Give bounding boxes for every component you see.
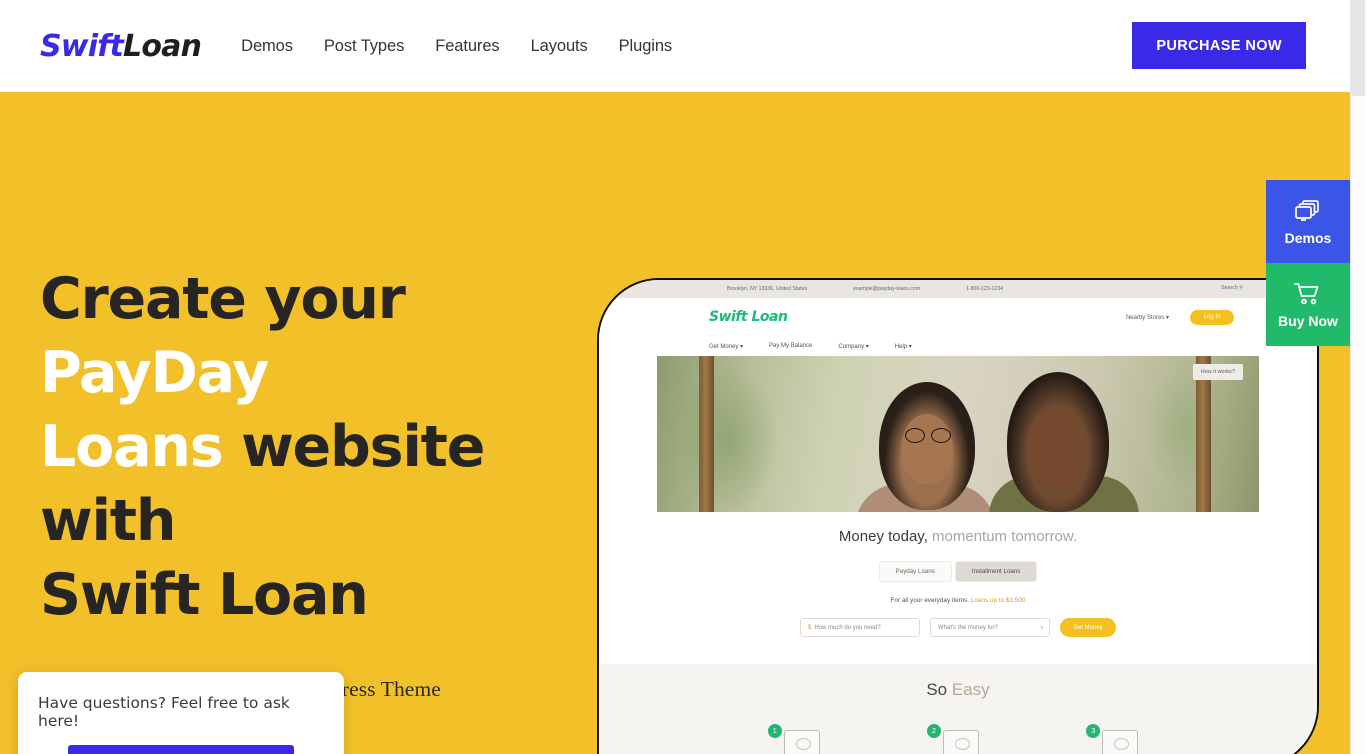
glasses-icon xyxy=(905,428,951,443)
chevron-down-icon: ▾ xyxy=(740,343,744,350)
shopping-cart-icon xyxy=(1293,281,1323,307)
mockup-get-money-button[interactable]: Get Money xyxy=(1060,618,1116,637)
logo-loan-text: Loan xyxy=(123,28,202,64)
page-title: Create your PayDay Loans website with Swif… xyxy=(40,262,580,632)
chevron-down-icon: ▾ xyxy=(1165,314,1169,321)
note-text: For all your everyday items. xyxy=(890,597,971,604)
hero-title-line1-highlight: PayDay xyxy=(40,340,269,406)
side-tab-demos-label: Demos xyxy=(1284,229,1332,246)
mockup-logo[interactable]: Swift Loan xyxy=(709,309,788,325)
step-item: 1 xyxy=(767,724,822,754)
note-amount: Loans up to $1,500 xyxy=(970,597,1026,604)
chevron-down-icon: ▾ xyxy=(1040,624,1043,631)
mockup-footer-section: So Easy 1 2 3 xyxy=(599,664,1317,754)
step-number-badge: 3 xyxy=(1086,724,1101,738)
nav-item-post-types[interactable]: Post Types xyxy=(324,37,404,56)
mockup-loan-tabs: Payday Loans Installment Loans xyxy=(657,561,1259,582)
mockup-how-it-works-tab[interactable]: How it works? xyxy=(1192,364,1243,380)
purchase-now-button[interactable]: PURCHASE NOW xyxy=(1132,22,1306,69)
mockup-tagline: Money today, momentum tomorrow. xyxy=(657,528,1259,545)
mockup-phone: 1-800-123-1234 xyxy=(966,286,1003,292)
mockup-amount-input[interactable]: $ How much do you need? xyxy=(800,618,920,637)
chat-widget: Have questions? Feel free to ask here! A… xyxy=(18,672,344,754)
mockup-purpose-select[interactable]: What's the money for? ▾ xyxy=(930,618,1050,637)
demo-preview-mockup[interactable]: Brooklyn, NY 13036, United States exampl… xyxy=(597,278,1319,754)
mockup-so-easy-heading: So Easy xyxy=(599,680,1317,700)
mockup-tab-payday-loans[interactable]: Payday Loans xyxy=(878,561,952,582)
mockup-topbar: Brooklyn, NY 13036, United States exampl… xyxy=(599,280,1317,298)
mockup-loan-form: $ How much do you need? What's the money … xyxy=(657,618,1259,637)
windows-stack-icon xyxy=(1293,198,1323,224)
step-number-badge: 2 xyxy=(926,724,941,738)
mockup-login-button[interactable]: Log In xyxy=(1190,309,1234,325)
mockup-email: example@payday-loans.com xyxy=(853,286,921,292)
step-item: 2 xyxy=(926,724,981,754)
side-tab-buy-now-label: Buy Now xyxy=(1278,312,1338,329)
hero-section: Create your PayDay Loans website with Swif… xyxy=(0,92,1350,754)
nav-item-demos[interactable]: Demos xyxy=(241,37,293,56)
photo-man-face xyxy=(1027,408,1085,486)
photo-woman-face xyxy=(901,414,953,484)
banknote-icon xyxy=(942,730,979,754)
page-scrollbar-track[interactable] xyxy=(1350,0,1366,754)
side-tab-demos[interactable]: Demos xyxy=(1266,180,1350,263)
banknote-icon xyxy=(783,730,820,754)
mockup-header: Swift Loan Nearby Stores ▾ Log In xyxy=(599,298,1317,336)
mockup-hero-photo: How it works? xyxy=(657,356,1259,532)
hero-title-line3: Swift Loan xyxy=(40,562,369,628)
step-number-badge: 1 xyxy=(767,724,782,738)
banknote-icon xyxy=(1102,730,1139,754)
tagline-muted: momentum tomorrow. xyxy=(932,528,1078,545)
search-icon: ⚲ xyxy=(1239,285,1243,291)
chevron-down-icon: ▾ xyxy=(865,343,869,350)
nav-item-layouts[interactable]: Layouts xyxy=(531,37,588,56)
so-easy-a: So xyxy=(926,680,952,699)
floating-side-tabs: Demos Buy Now xyxy=(1266,180,1350,346)
primary-navigation: Demos Post Types Features Layouts Plugin… xyxy=(241,37,672,56)
photo-post-left xyxy=(699,356,714,532)
mockup-address: Brooklyn, NY 13036, United States xyxy=(727,286,808,292)
mockup-nav-pay-my-balance[interactable]: Pay My Balance xyxy=(769,343,812,349)
site-header: SwiftLoan Demos Post Types Features Layo… xyxy=(0,0,1350,92)
mockup-nearby-stores[interactable]: Nearby Stores ▾ xyxy=(1126,314,1169,321)
hero-title-line1-a: Create your xyxy=(40,266,406,332)
logo-swift-text: Swift xyxy=(40,28,124,64)
mockup-tab-installment-loans[interactable]: Installment Loans xyxy=(954,561,1038,582)
so-easy-b: Easy xyxy=(951,680,990,699)
site-logo[interactable]: SwiftLoan xyxy=(40,28,202,64)
mockup-loan-card: Money today, momentum tomorrow. Payday L… xyxy=(657,512,1259,659)
nav-item-features[interactable]: Features xyxy=(435,37,499,56)
step-item: 3 xyxy=(1086,724,1140,754)
mockup-nav-get-money[interactable]: Get Money ▾ xyxy=(709,343,743,350)
nav-item-plugins[interactable]: Plugins xyxy=(619,37,673,56)
chat-message: Have questions? Feel free to ask here! xyxy=(38,694,290,730)
mockup-search-label[interactable]: Search ⚲ xyxy=(1221,285,1243,291)
mockup-loan-note: For all your everyday items. Loans up to… xyxy=(657,597,1259,604)
mockup-nav-help[interactable]: Help ▾ xyxy=(895,343,912,350)
chevron-down-icon: ▾ xyxy=(908,343,912,350)
mockup-nav-company[interactable]: Company ▾ xyxy=(838,343,868,350)
mockup-steps: 1 2 3 xyxy=(599,724,1317,754)
hero-title-line2-highlight: Loans xyxy=(40,414,224,480)
page-scrollbar-thumb[interactable] xyxy=(1351,0,1365,96)
ask-a-question-button[interactable]: ASK A QUESTION xyxy=(68,745,294,754)
side-tab-buy-now[interactable]: Buy Now xyxy=(1266,263,1350,346)
mockup-navigation: Get Money ▾ Pay My Balance Company ▾ Hel… xyxy=(599,336,1317,356)
dollar-icon: $ xyxy=(808,624,812,631)
photo-post-right xyxy=(1196,356,1211,532)
tagline-strong: Money today, xyxy=(838,528,933,545)
